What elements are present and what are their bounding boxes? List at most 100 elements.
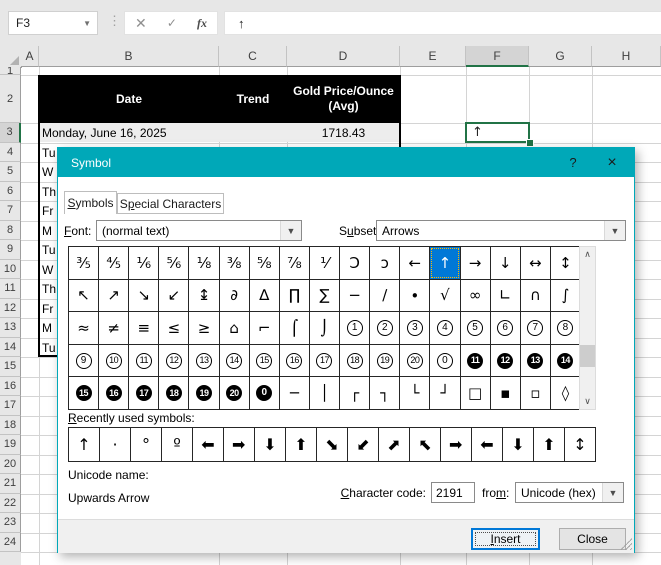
symbol-cell[interactable]: │: [309, 377, 340, 409]
recent-symbol-cell[interactable]: ⬇: [503, 428, 533, 461]
symbol-cell[interactable]: −: [340, 279, 370, 312]
symbol-cell[interactable]: →: [460, 247, 490, 279]
row-header-3[interactable]: 3: [0, 123, 21, 143]
symbol-cell[interactable]: 14: [219, 344, 249, 377]
select-all-corner[interactable]: [0, 46, 22, 68]
symbol-cell[interactable]: 4: [430, 312, 460, 344]
symbol-cell[interactable]: 13: [189, 344, 219, 377]
symbol-cell[interactable]: ┌: [340, 377, 370, 409]
symbol-cell[interactable]: ↔: [520, 247, 550, 279]
scrollbar-thumb[interactable]: [580, 345, 595, 367]
recent-symbol-cell[interactable]: ⬅: [224, 428, 254, 461]
symbol-cell[interactable]: ⌂: [219, 312, 249, 344]
insert-function-icon[interactable]: fx: [197, 16, 207, 31]
symbol-cell[interactable]: ≡: [129, 312, 159, 344]
column-header-G[interactable]: G: [529, 46, 592, 67]
symbol-cell[interactable]: ɔ: [370, 247, 400, 279]
symbol-cell[interactable]: ↓: [490, 247, 520, 279]
symbol-cell[interactable]: 3: [400, 312, 430, 344]
symbol-cell[interactable]: ≤: [159, 312, 189, 344]
symbol-cell[interactable]: ⌠: [279, 312, 309, 344]
symbol-cell[interactable]: ─: [279, 377, 309, 409]
recent-symbol-cell[interactable]: ⬅: [472, 428, 502, 461]
symbol-cell[interactable]: 6: [490, 312, 520, 344]
subset-dropdown[interactable]: Arrows ▼: [376, 220, 626, 241]
symbol-cell[interactable]: 17: [129, 377, 159, 409]
formula-input[interactable]: ↑: [224, 11, 661, 35]
symbol-cell[interactable]: 15: [249, 344, 279, 377]
recent-symbol-cell[interactable]: ⬇: [255, 428, 285, 461]
symbol-cell[interactable]: ≠: [99, 312, 129, 344]
symbol-cell[interactable]: 19: [370, 344, 400, 377]
row-header-18[interactable]: 18: [0, 415, 21, 435]
symbol-cell[interactable]: ┘: [430, 377, 460, 409]
symbol-cell[interactable]: ∕: [370, 279, 400, 312]
column-header-A[interactable]: A: [21, 46, 39, 67]
fill-handle[interactable]: [526, 139, 534, 147]
symbol-cell[interactable]: ⅝: [249, 247, 279, 279]
row-header-10[interactable]: 10: [0, 259, 21, 279]
recent-symbol-cell[interactable]: ⬊: [317, 428, 347, 461]
symbol-cell[interactable]: 7: [520, 312, 550, 344]
recent-symbol-cell[interactable]: ⬆: [534, 428, 564, 461]
symbol-cell[interactable]: 20: [400, 344, 430, 377]
symbol-cell[interactable]: ≥: [189, 312, 219, 344]
row-header-21[interactable]: 21: [0, 474, 21, 494]
symbol-cell[interactable]: 14: [550, 344, 580, 377]
row-header-19[interactable]: 19: [0, 435, 21, 455]
insert-button[interactable]: Insert: [471, 528, 540, 550]
symbol-cell-selected[interactable]: ↑: [430, 247, 460, 279]
recent-symbol-cell[interactable]: ⬅: [441, 428, 471, 461]
symbol-cell[interactable]: ∆: [249, 279, 279, 312]
symbol-cell[interactable]: 10: [99, 344, 129, 377]
row-header-12[interactable]: 12: [0, 298, 21, 318]
row-header-9[interactable]: 9: [0, 240, 21, 260]
recent-symbol-cell[interactable]: °: [131, 428, 161, 461]
symbol-cell[interactable]: ∫: [550, 279, 580, 312]
row-header-1[interactable]: 1: [0, 67, 21, 75]
row-header-16[interactable]: 16: [0, 376, 21, 396]
symbol-cell[interactable]: 16: [279, 344, 309, 377]
row-header-20[interactable]: 20: [0, 454, 21, 474]
symbol-cell[interactable]: Ɔ: [340, 247, 370, 279]
symbol-cell[interactable]: 11: [460, 344, 490, 377]
resize-grip-icon[interactable]: [620, 538, 632, 550]
row-header-6[interactable]: 6: [0, 181, 21, 201]
symbol-cell[interactable]: ≈: [69, 312, 99, 344]
from-dropdown[interactable]: Unicode (hex) ▼: [515, 482, 624, 503]
scroll-down-icon[interactable]: ∨: [580, 394, 595, 409]
symbol-cell[interactable]: ⅜: [219, 247, 249, 279]
enter-icon[interactable]: ✓: [167, 16, 177, 30]
row-header-14[interactable]: 14: [0, 337, 21, 357]
column-header-E[interactable]: E: [400, 46, 466, 67]
help-icon[interactable]: ?: [556, 155, 590, 170]
symbol-cell[interactable]: ⅙: [129, 247, 159, 279]
font-dropdown[interactable]: (normal text) ▼: [96, 220, 302, 241]
symbol-cell[interactable]: ∩: [520, 279, 550, 312]
symbol-cell[interactable]: ⅞: [279, 247, 309, 279]
recent-symbol-cell[interactable]: ·: [100, 428, 130, 461]
name-box[interactable]: F3 ▼: [8, 11, 98, 35]
column-header-H[interactable]: H: [592, 46, 661, 67]
symbol-cell[interactable]: ∟: [490, 279, 520, 312]
row-header-13[interactable]: 13: [0, 318, 21, 338]
close-icon[interactable]: ×: [590, 154, 634, 172]
row-header-24[interactable]: 24: [0, 532, 21, 552]
recent-symbol-cell[interactable]: ⬅: [193, 428, 223, 461]
symbol-cell[interactable]: ◊: [550, 377, 580, 409]
character-code-input[interactable]: 2191: [431, 482, 475, 503]
symbol-cell[interactable]: ▫: [520, 377, 550, 409]
column-header-D[interactable]: D: [287, 46, 400, 67]
column-header-B[interactable]: B: [39, 46, 219, 67]
column-header-F[interactable]: F: [466, 46, 529, 67]
symbol-cell[interactable]: 15: [69, 377, 99, 409]
symbol-cell[interactable]: ∏: [279, 279, 309, 312]
symbol-cell[interactable]: ∞: [460, 279, 490, 312]
symbol-cell[interactable]: ⅟: [309, 247, 340, 279]
recent-symbol-cell[interactable]: º: [162, 428, 192, 461]
row-header-22[interactable]: 22: [0, 493, 21, 513]
dialog-titlebar[interactable]: Symbol ? ×: [58, 148, 634, 177]
symbol-cell[interactable]: ↨: [189, 279, 219, 312]
scroll-up-icon[interactable]: ∧: [580, 247, 595, 262]
symbol-cell[interactable]: 8: [550, 312, 580, 344]
